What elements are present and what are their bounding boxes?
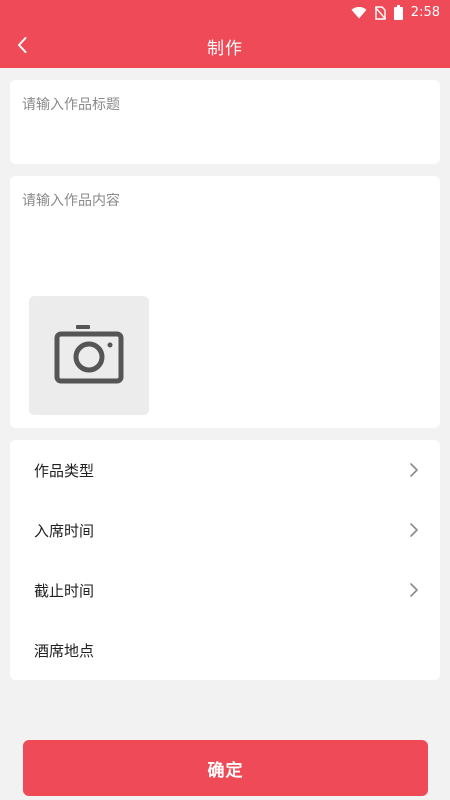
menu-row-seating-time[interactable]: 入席时间 [10, 500, 440, 560]
screen: 2:58 制作 请输入作品标题 请输入作品内容 作品类型 入席时间 截止时间 酒… [0, 0, 450, 800]
status-bar: 2:58 [0, 0, 450, 25]
confirm-button[interactable]: 确定 [23, 740, 428, 796]
chevron-left-icon [16, 36, 28, 58]
back-button[interactable] [6, 31, 38, 63]
battery-icon [393, 5, 403, 20]
page-title: 制作 [207, 39, 243, 59]
menu-label: 酒席地点 [34, 641, 95, 660]
title-input[interactable] [10, 80, 440, 164]
menu-row-work-type[interactable]: 作品类型 [10, 440, 440, 500]
content-input[interactable] [10, 176, 440, 286]
camera-icon [54, 323, 124, 389]
chevron-right-icon [410, 583, 418, 597]
title-card [10, 80, 440, 164]
no-sim-icon [374, 5, 386, 20]
status-time: 2:58 [410, 5, 440, 20]
wifi-icon [351, 6, 367, 19]
add-photo-button[interactable] [29, 296, 149, 415]
menu-label: 入席时间 [34, 521, 95, 540]
menu-label: 作品类型 [34, 461, 95, 480]
chevron-right-icon [410, 523, 418, 537]
menu-row-banquet-location[interactable]: 酒席地点 [10, 620, 440, 680]
chevron-right-icon [410, 463, 418, 477]
menu-row-deadline[interactable]: 截止时间 [10, 560, 440, 620]
menu-label: 截止时间 [34, 581, 95, 600]
app-bar: 制作 [0, 25, 450, 68]
content-card [10, 176, 440, 428]
options-card: 作品类型 入席时间 截止时间 酒席地点 [10, 440, 440, 680]
